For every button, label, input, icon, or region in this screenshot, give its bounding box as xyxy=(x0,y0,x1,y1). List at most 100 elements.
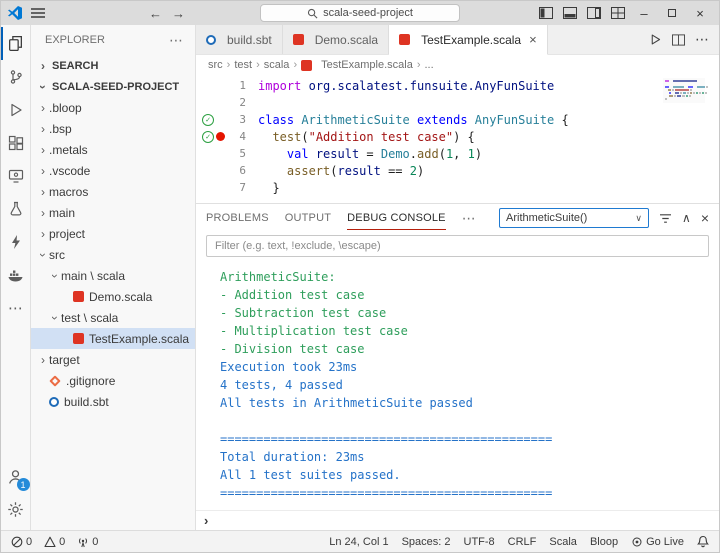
tab-output[interactable]: OUTPUT xyxy=(285,206,331,230)
errors-count: 0 xyxy=(26,535,33,548)
customize-layout-icon[interactable] xyxy=(607,3,629,23)
tab-problems[interactable]: PROBLEMS xyxy=(206,206,269,230)
gutter[interactable]: 6 xyxy=(196,164,258,177)
toggle-sidebar-icon[interactable] xyxy=(535,3,557,23)
account-button[interactable]: 1 xyxy=(1,460,31,493)
explorer-more-actions-icon[interactable]: ⋯ xyxy=(169,32,183,49)
activity-metals[interactable] xyxy=(1,225,31,258)
breakpoint-icon[interactable] xyxy=(216,132,225,141)
close-panel-icon[interactable]: × xyxy=(701,210,709,226)
tree-item[interactable]: › .metals xyxy=(31,139,195,160)
tree-item[interactable]: › target xyxy=(31,349,195,370)
gutter[interactable]: 1 xyxy=(196,79,258,92)
tab-debug-console[interactable]: DEBUG CONSOLE xyxy=(347,206,446,230)
tree-item[interactable]: › .bsp xyxy=(31,118,195,139)
toggle-secondary-sidebar-icon[interactable] xyxy=(583,3,605,23)
dropdown-value: ArithmeticSuite() xyxy=(506,212,588,224)
split-editor-icon[interactable] xyxy=(672,33,685,46)
gutter[interactable]: 2 xyxy=(196,96,258,109)
test-pass-icon[interactable]: ✓ xyxy=(202,130,214,143)
activity-remote-explorer[interactable] xyxy=(1,159,31,192)
back-button[interactable]: ← xyxy=(149,6,162,21)
gutter[interactable]: ✓ 4 xyxy=(196,130,258,143)
language-status[interactable]: Scala xyxy=(549,536,577,548)
menu-icon[interactable] xyxy=(31,7,45,19)
maximize-panel-icon[interactable]: ∧ xyxy=(682,211,691,225)
sbt-file-icon xyxy=(49,396,59,407)
tree-item[interactable]: TestExample.scala xyxy=(31,328,195,349)
close-tab-icon[interactable]: × xyxy=(529,32,537,47)
tree-item[interactable]: › .bloop xyxy=(31,97,195,118)
tab-demo-scala[interactable]: Demo.scala xyxy=(282,25,390,54)
console-filter-input[interactable] xyxy=(206,235,709,257)
bell-icon xyxy=(697,535,709,548)
tree-item[interactable]: › src xyxy=(31,244,195,265)
eol-status[interactable]: CRLF xyxy=(508,536,537,548)
test-pass-icon[interactable]: ✓ xyxy=(202,113,214,126)
console-line: Execution took 23ms xyxy=(220,360,358,374)
tree-item[interactable]: .gitignore xyxy=(31,370,195,391)
activity-run-debug[interactable] xyxy=(1,93,31,126)
ports-status[interactable]: 0 xyxy=(77,536,98,548)
tab-label: Demo.scala xyxy=(314,32,379,47)
editor-more-actions-icon[interactable]: ⋯ xyxy=(695,31,709,48)
breadcrumb-item[interactable]: test xyxy=(234,59,252,71)
tree-item[interactable]: › main \ scala xyxy=(31,265,195,286)
breadcrumb-item[interactable]: src xyxy=(208,59,223,71)
settings-button[interactable] xyxy=(1,493,31,526)
activity-source-control[interactable] xyxy=(1,60,31,93)
activity-more[interactable]: ⋯ xyxy=(1,291,31,324)
debug-session-dropdown[interactable]: ArithmeticSuite() ∨ xyxy=(499,208,650,228)
forward-button[interactable]: → xyxy=(172,6,185,21)
warnings-status[interactable]: 0 xyxy=(44,536,65,548)
minimap[interactable] xyxy=(663,78,708,103)
breadcrumb-item[interactable]: TestExample.scala xyxy=(301,59,413,71)
gutter[interactable]: 7 xyxy=(196,181,258,194)
debug-console-output[interactable]: ArithmeticSuite: - Addition test case - Su… xyxy=(196,262,719,510)
activity-testing[interactable] xyxy=(1,192,31,225)
command-center-search[interactable]: scala-seed-project xyxy=(260,4,460,22)
code-editor[interactable]: 1 import org.scalatest.funsuite.AnyFunSui… xyxy=(196,75,719,203)
close-window-button[interactable]: × xyxy=(687,2,713,24)
breadcrumb-item[interactable]: ... xyxy=(425,59,434,71)
console-prompt-icon[interactable]: › xyxy=(204,513,208,528)
search-section[interactable]: › SEARCH xyxy=(31,55,195,76)
tree-item[interactable]: Demo.scala xyxy=(31,286,195,307)
console-line: All 1 test suites passed. xyxy=(220,468,401,482)
git-file-icon xyxy=(49,374,61,387)
go-live-status[interactable]: Go Live xyxy=(631,536,684,548)
cursor-position-status[interactable]: Ln 24, Col 1 xyxy=(329,536,388,548)
tree-item[interactable]: › project xyxy=(31,223,195,244)
indentation-status[interactable]: Spaces: 2 xyxy=(402,536,451,548)
maximize-icon xyxy=(668,9,676,17)
tree-item-label: .bsp xyxy=(49,121,72,136)
tab-build-sbt[interactable]: build.sbt xyxy=(196,25,283,54)
tree-item[interactable]: › main xyxy=(31,202,195,223)
gutter[interactable]: ✓ 3 xyxy=(196,113,258,126)
breadcrumb-item[interactable]: scala xyxy=(264,59,290,71)
encoding-status[interactable]: UTF-8 xyxy=(464,536,495,548)
errors-status[interactable]: 0 xyxy=(11,536,32,548)
activity-bar: ⋯ 1 xyxy=(1,25,31,530)
tree-item[interactable]: › .vscode xyxy=(31,160,195,181)
tab-testexample-scala[interactable]: TestExample.scala × xyxy=(389,25,548,55)
tree-item[interactable]: build.sbt xyxy=(31,391,195,412)
tree-item[interactable]: › test \ scala xyxy=(31,307,195,328)
notifications-button[interactable] xyxy=(697,535,709,548)
run-file-button[interactable] xyxy=(649,33,662,46)
filter-icon[interactable] xyxy=(659,213,672,224)
panel-more-actions-icon[interactable]: ⋯ xyxy=(462,210,476,227)
tree-item[interactable]: › macros xyxy=(31,181,195,202)
toggle-panel-icon[interactable] xyxy=(559,3,581,23)
bloop-status[interactable]: Bloop xyxy=(590,536,618,548)
scala-file-icon xyxy=(73,333,84,344)
activity-explorer[interactable] xyxy=(1,27,31,60)
activity-docker[interactable] xyxy=(1,258,31,291)
code-line: ✓ 3 class ArithmeticSuite extends AnyFunSu… xyxy=(196,111,719,128)
activity-extensions[interactable] xyxy=(1,126,31,159)
maximize-button[interactable] xyxy=(659,2,685,24)
gutter[interactable]: 5 xyxy=(196,147,258,160)
minimize-button[interactable]: – xyxy=(631,2,657,24)
tree-item-label: project xyxy=(49,226,86,241)
project-section[interactable]: › SCALA-SEED-PROJECT xyxy=(31,76,195,97)
